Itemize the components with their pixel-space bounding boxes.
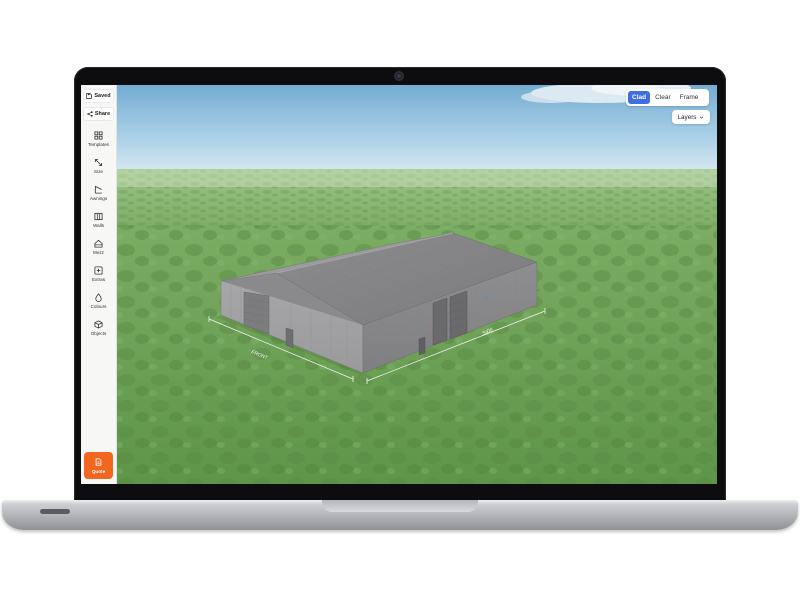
sidebar: Saved Share Templates Size Awnings Walls… bbox=[81, 85, 117, 484]
sidebar-item-label: Extras bbox=[91, 276, 106, 282]
sidebar-item-label: Size bbox=[94, 168, 103, 174]
laptop-hinge-notch bbox=[322, 500, 478, 512]
quote-button[interactable]: Quote bbox=[84, 452, 113, 479]
sidebar-item-awnings[interactable]: Awnings bbox=[82, 179, 116, 206]
side-window-1 bbox=[414, 324, 418, 327]
droplet-icon bbox=[95, 292, 102, 302]
walls-icon bbox=[94, 212, 103, 220]
quote-label: Quote bbox=[91, 468, 106, 474]
front-personnel-door bbox=[285, 327, 294, 349]
sidebar-item-label: Templates bbox=[88, 141, 109, 147]
app-window: FRONT SIDE Saved Share Templates Size Aw… bbox=[81, 85, 717, 484]
side-personnel-door bbox=[418, 336, 426, 356]
share-button[interactable]: Share bbox=[83, 107, 114, 121]
sidebar-item-label: Awnings bbox=[89, 195, 108, 201]
resize-arrows-icon bbox=[94, 158, 103, 166]
awning-icon bbox=[94, 185, 102, 194]
mezzanine-icon bbox=[94, 239, 103, 248]
3d-viewport[interactable]: FRONT SIDE bbox=[81, 85, 717, 484]
sidebar-item-mezz[interactable]: Mezz bbox=[82, 233, 116, 260]
chevron-down-icon bbox=[700, 116, 704, 119]
view-mode-frame[interactable]: Frame bbox=[676, 91, 703, 104]
share-label: Share bbox=[94, 111, 111, 117]
sidebar-item-label: Mezz bbox=[93, 249, 104, 255]
cube-icon bbox=[94, 319, 103, 329]
sidebar-item-extras[interactable]: Extras bbox=[82, 260, 116, 287]
sidebar-item-walls[interactable]: Walls bbox=[82, 206, 116, 233]
sidebar-item-label: Walls bbox=[92, 222, 105, 228]
sidebar-item-objects[interactable]: Objects bbox=[82, 314, 116, 341]
layers-dropdown[interactable]: Layers bbox=[672, 110, 710, 124]
view-mode-clad[interactable]: Clad bbox=[628, 91, 651, 104]
extras-icon bbox=[94, 265, 103, 275]
saved-label: Saved bbox=[94, 93, 111, 99]
save-icon bbox=[86, 93, 93, 99]
view-mode-toggle: Clad Clear Frame bbox=[626, 89, 709, 106]
view-mode-clear[interactable]: Clear bbox=[651, 91, 675, 104]
side-roller-door-2 bbox=[449, 290, 468, 340]
sidebar-item-label: Colours bbox=[90, 303, 107, 309]
side-window-2 bbox=[484, 296, 488, 299]
sidebar-item-label: Objects bbox=[90, 330, 107, 336]
share-icon bbox=[87, 111, 93, 117]
sidebar-item-size[interactable]: Size bbox=[82, 152, 116, 179]
sidebar-item-templates[interactable]: Templates bbox=[82, 125, 116, 152]
document-icon bbox=[95, 457, 102, 466]
sidebar-item-colours[interactable]: Colours bbox=[82, 287, 116, 314]
grid-icon bbox=[94, 130, 103, 140]
laptop-port bbox=[40, 509, 70, 514]
side-roller-door-1 bbox=[432, 297, 448, 346]
saved-button[interactable]: Saved bbox=[83, 89, 114, 103]
layers-label: Layers bbox=[677, 113, 697, 121]
webcam bbox=[394, 71, 404, 81]
